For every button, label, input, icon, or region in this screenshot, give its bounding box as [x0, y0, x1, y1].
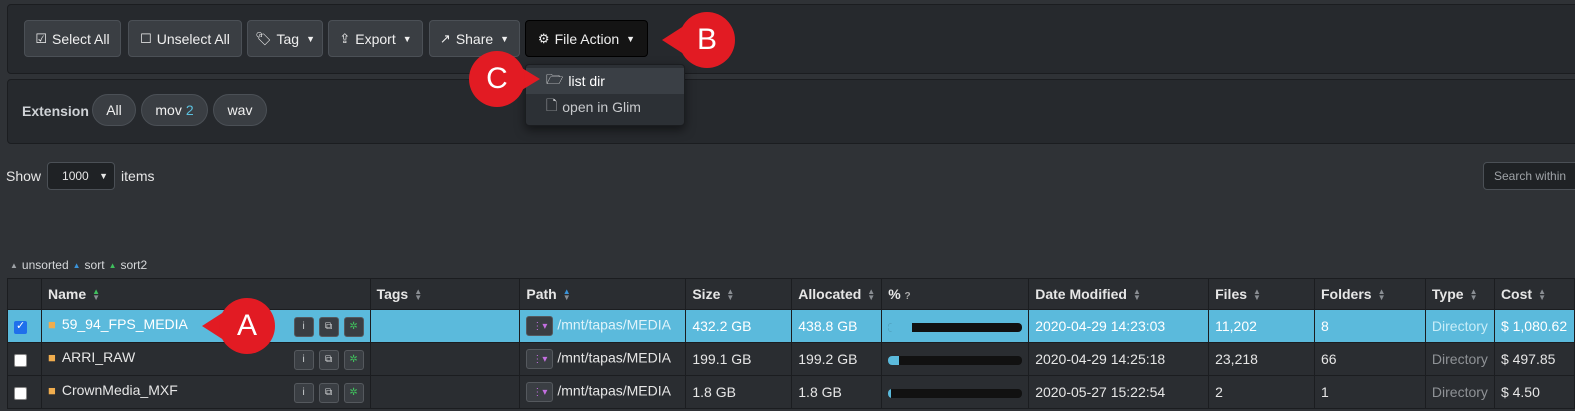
callout-a: A	[219, 298, 275, 354]
callout-c: C	[469, 51, 525, 107]
callout-b: B	[679, 12, 735, 68]
